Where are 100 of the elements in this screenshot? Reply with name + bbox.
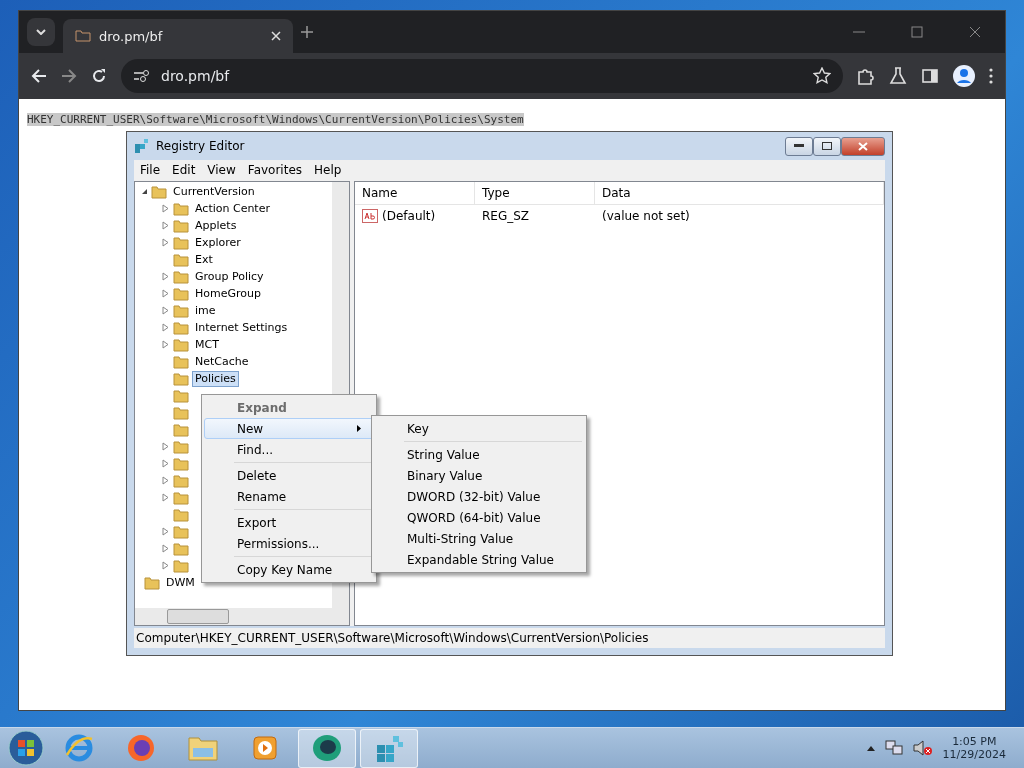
folder-icon xyxy=(173,218,189,233)
clock[interactable]: 1:05 PM 11/29/2024 xyxy=(942,735,1006,761)
folder-icon xyxy=(144,575,160,590)
folder-icon xyxy=(173,303,189,318)
tree-item[interactable]: Action Center xyxy=(192,200,273,217)
tree-item[interactable]: ime xyxy=(192,302,219,319)
folder-icon xyxy=(173,388,189,403)
site-settings-icon[interactable] xyxy=(133,69,151,83)
menu-item[interactable]: Help xyxy=(309,162,347,177)
cubes-icon xyxy=(134,138,150,154)
menu-item[interactable]: New xyxy=(204,418,374,439)
column-header[interactable]: Data xyxy=(595,182,884,204)
folder-icon xyxy=(173,541,189,556)
close-icon[interactable] xyxy=(969,26,981,38)
menu-item[interactable]: DWORD (32-bit) Value xyxy=(374,486,584,507)
forward-arrow-icon[interactable] xyxy=(61,68,77,84)
menu-item[interactable]: Permissions... xyxy=(204,533,374,554)
menu-item[interactable]: Expandable String Value xyxy=(374,549,584,570)
menu-item[interactable]: Favorites xyxy=(242,162,308,177)
horizontal-scrollbar[interactable] xyxy=(135,608,349,625)
maximize-icon xyxy=(822,142,832,150)
tree-item[interactable]: Policies xyxy=(192,370,239,387)
reload-icon[interactable] xyxy=(91,68,107,84)
folder-icon xyxy=(173,558,189,573)
chevron-down-icon xyxy=(36,29,46,35)
folder-icon xyxy=(173,405,189,420)
folder-icon xyxy=(173,456,189,471)
menu-item[interactable]: Export xyxy=(204,512,374,533)
flask-icon[interactable] xyxy=(889,67,907,85)
menu-item[interactable]: View xyxy=(202,162,241,177)
menu-item[interactable]: File xyxy=(135,162,166,177)
folder-icon xyxy=(173,490,189,505)
muted-speaker-icon[interactable] xyxy=(912,740,933,756)
tray-expand-icon[interactable] xyxy=(866,745,875,751)
taskbar-button[interactable] xyxy=(298,728,356,768)
folder-icon xyxy=(173,201,189,216)
new-tab-icon[interactable] xyxy=(301,26,313,38)
star-icon[interactable] xyxy=(813,67,831,85)
folder-icon xyxy=(173,252,189,267)
folder-icon xyxy=(173,337,189,352)
tree-item[interactable]: Ext xyxy=(192,251,216,268)
menu-item[interactable]: Multi-String Value xyxy=(374,528,584,549)
more-menu-icon[interactable] xyxy=(989,68,993,84)
menu-item[interactable]: Key xyxy=(374,418,584,439)
minimize-button[interactable] xyxy=(785,136,813,156)
play-icon xyxy=(251,734,279,762)
tree-item[interactable]: Group Policy xyxy=(192,268,267,285)
folder-icon xyxy=(173,524,189,539)
folder-icon xyxy=(173,473,189,488)
tree-item[interactable]: Explorer xyxy=(192,234,244,251)
close-button[interactable] xyxy=(841,136,885,156)
menu-item[interactable]: QWORD (64-bit) Value xyxy=(374,507,584,528)
menu-item[interactable]: Binary Value xyxy=(374,465,584,486)
folder-icon xyxy=(173,507,189,522)
tree-item[interactable]: HomeGroup xyxy=(192,285,264,302)
menu-item[interactable]: Edit xyxy=(167,162,201,177)
column-header[interactable]: Name xyxy=(355,182,475,204)
side-panel-icon[interactable] xyxy=(921,67,939,85)
menu-item[interactable]: Copy Key Name xyxy=(204,559,374,580)
minimize-icon xyxy=(794,144,804,148)
status-bar: Computer\HKEY_CURRENT_USER\Software\Microsoft\Windows\CurrentVersion\Policies xyxy=(134,628,885,648)
menu-item[interactable]: Delete xyxy=(204,465,374,486)
tree-item[interactable]: Applets xyxy=(192,217,240,234)
folder-icon xyxy=(151,184,167,199)
folder-icon xyxy=(173,286,189,301)
expanded-arrow-icon[interactable] xyxy=(141,188,148,195)
maximize-button[interactable] xyxy=(813,136,841,156)
menu-item[interactable]: Rename xyxy=(204,486,374,507)
network-icon[interactable] xyxy=(884,740,903,756)
address-bar[interactable]: dro.pm/bf xyxy=(121,59,843,93)
time-text: 1:05 PM xyxy=(952,735,997,748)
tree-item[interactable]: NetCache xyxy=(192,353,252,370)
disc-icon xyxy=(311,733,343,763)
profile-avatar-icon[interactable] xyxy=(953,65,975,87)
table-cell-text: REG_SZ xyxy=(481,209,531,223)
close-icon xyxy=(858,141,868,151)
string-value-icon xyxy=(362,209,378,223)
folder-icon xyxy=(173,269,189,284)
start-button[interactable] xyxy=(6,728,46,768)
registry-path-text: HKEY_CURRENT_USER\Software\Microsoft\Windows\CurrentVersion\Policies\System xyxy=(27,113,524,126)
table-cell: (Default) xyxy=(382,209,436,223)
maximize-icon[interactable] xyxy=(911,26,923,38)
folder-icon xyxy=(173,354,189,369)
tree-item[interactable]: DWM xyxy=(163,574,198,591)
column-header[interactable]: Type xyxy=(475,182,595,204)
menu-item[interactable]: Find... xyxy=(204,439,374,460)
back-arrow-icon[interactable] xyxy=(31,68,47,84)
puzzle-icon[interactable] xyxy=(857,67,875,85)
browser-e-icon xyxy=(64,733,94,763)
browser-tab[interactable]: dro.pm/bf xyxy=(63,19,293,53)
folder-icon xyxy=(75,30,91,42)
tab-search-button[interactable] xyxy=(27,18,55,46)
tree-item[interactable]: Internet Settings xyxy=(192,319,291,336)
tree-item[interactable]: MCT xyxy=(192,336,222,353)
menu-item[interactable]: String Value xyxy=(374,444,584,465)
folder-icon xyxy=(173,235,189,250)
date-text: 11/29/2024 xyxy=(942,748,1006,761)
tree-item[interactable]: CurrentVersion xyxy=(170,183,258,200)
fox-globe-icon xyxy=(126,733,156,763)
folder-icon xyxy=(173,320,189,335)
